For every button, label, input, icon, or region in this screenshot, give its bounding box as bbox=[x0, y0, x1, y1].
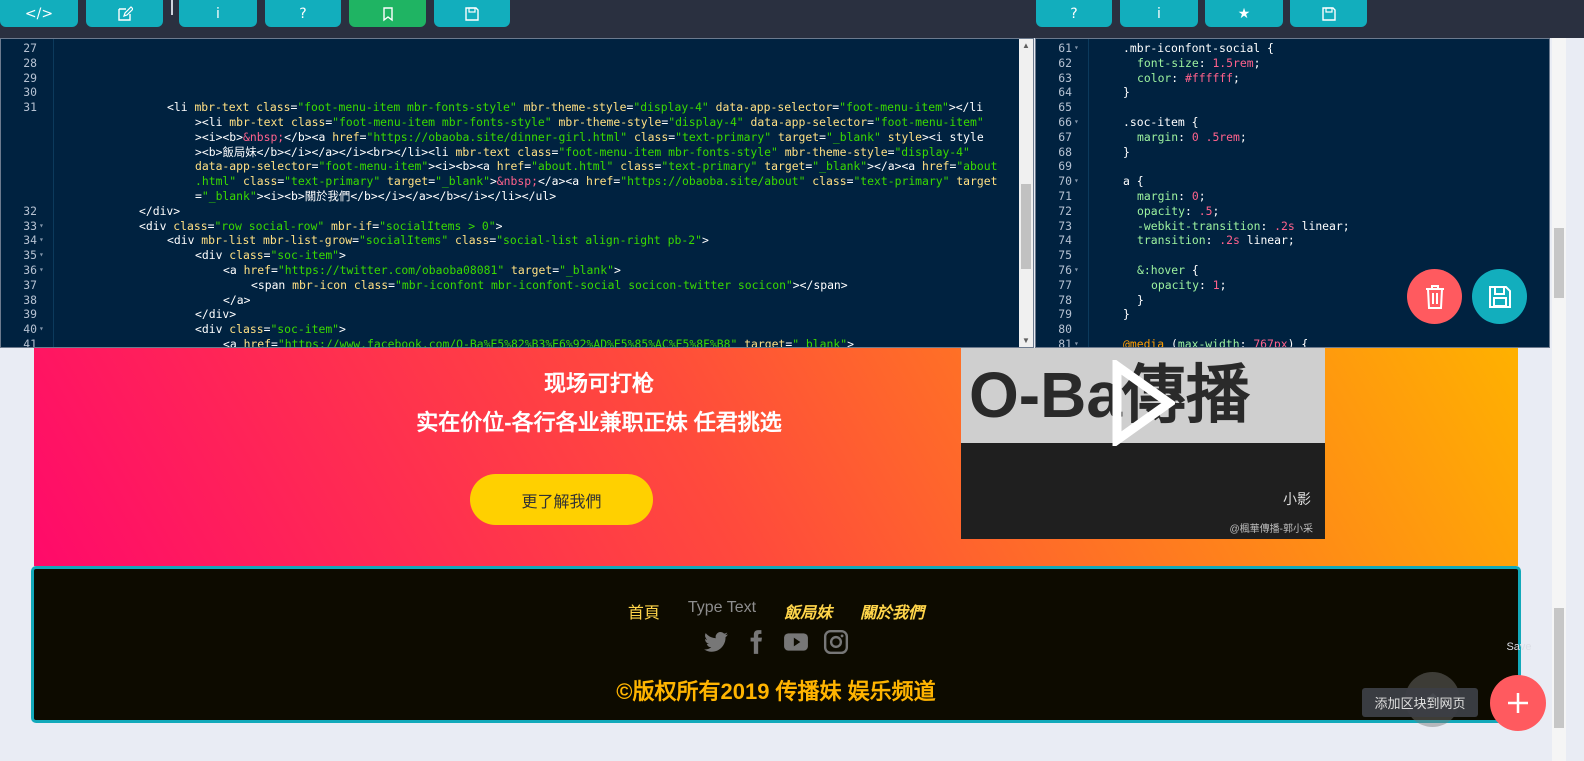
toolbar-separator bbox=[171, 0, 173, 15]
footer-link-dinner-girl[interactable]: 飯局妹 bbox=[784, 599, 832, 623]
html-editor-scrollbar[interactable]: ▲ ▼ bbox=[1019, 39, 1033, 347]
video-player[interactable]: O-Ba傳播 小影 @楓華傳播-郭小采 bbox=[961, 348, 1325, 539]
plus-icon bbox=[1508, 693, 1528, 713]
code-view-button[interactable]: </> bbox=[0, 0, 78, 27]
html-code-editor[interactable]: 27 28 29 30 31 <li mbr-text class="foot-m… bbox=[0, 38, 1034, 348]
help-button[interactable]: ? bbox=[265, 0, 341, 27]
youtube-icon[interactable] bbox=[783, 629, 809, 655]
bookmark-button[interactable] bbox=[349, 0, 426, 27]
footer-section[interactable]: 首頁 Type Text 飯局妹 關於我們 ©版权所有2019 传播妹 娱乐频道 bbox=[31, 566, 1521, 723]
page-scrollbar[interactable] bbox=[1552, 38, 1566, 761]
info-icon: i bbox=[216, 5, 220, 22]
help-icon: ? bbox=[299, 5, 307, 22]
info-icon: i bbox=[1157, 5, 1161, 22]
video-caption: @楓華傳播-郭小采 bbox=[1229, 524, 1313, 535]
save-block-button[interactable] bbox=[1472, 269, 1527, 324]
save-icon bbox=[1488, 285, 1511, 308]
learn-more-button[interactable]: 更了解我們 bbox=[470, 474, 653, 525]
html-code-lines: 27 28 29 30 31 <li mbr-text class="foot-m… bbox=[23, 41, 998, 348]
copyright-text: ©版权所有2019 传播妹 娱乐频道 bbox=[616, 679, 936, 704]
page-scrollbar-thumb[interactable] bbox=[1554, 228, 1564, 298]
video-watermark: 小影 bbox=[1283, 491, 1311, 507]
footer-nav: 首頁 Type Text 飯局妹 關於我們 bbox=[34, 599, 1518, 623]
play-icon[interactable] bbox=[1111, 360, 1175, 446]
hero-section: 现场可打枪 实在价位-各行各业兼职正妹 任君挑选 更了解我們 O-Ba傳播 小影… bbox=[34, 348, 1518, 566]
code-icon: </> bbox=[24, 5, 54, 22]
save-icon bbox=[1321, 6, 1336, 21]
top-toolbar: </> i ? ? i ★ bbox=[0, 0, 1584, 38]
favorite-button[interactable]: ★ bbox=[1205, 0, 1283, 27]
save-icon bbox=[465, 6, 479, 21]
bookmark-icon bbox=[382, 6, 393, 21]
info-button[interactable]: i bbox=[179, 0, 257, 27]
css-help-button[interactable]: ? bbox=[1036, 0, 1112, 27]
star-icon: ★ bbox=[1237, 5, 1251, 22]
footer-link-home[interactable]: 首頁 bbox=[628, 599, 660, 623]
instagram-icon[interactable] bbox=[823, 629, 849, 655]
ghost-save-label: Save bbox=[1506, 641, 1532, 653]
trash-icon bbox=[1425, 284, 1444, 309]
add-block-button[interactable] bbox=[1490, 675, 1546, 731]
css-info-button[interactable]: i bbox=[1120, 0, 1198, 27]
help-icon: ? bbox=[1070, 5, 1078, 22]
scrollbar-thumb[interactable] bbox=[1021, 184, 1031, 269]
footer-link-type-text[interactable]: Type Text bbox=[688, 599, 756, 623]
save-code-button[interactable] bbox=[434, 0, 510, 27]
footer-link-about[interactable]: 關於我們 bbox=[860, 599, 924, 623]
page-scrollbar-thumb-lower[interactable] bbox=[1554, 608, 1564, 728]
delete-block-button[interactable] bbox=[1407, 269, 1462, 324]
social-icons bbox=[34, 629, 1518, 655]
edit-icon bbox=[117, 5, 133, 21]
css-save-button[interactable] bbox=[1290, 0, 1367, 27]
facebook-icon[interactable] bbox=[743, 629, 769, 655]
edit-button[interactable] bbox=[86, 0, 163, 27]
add-block-tooltip: 添加区块到网页 bbox=[1362, 688, 1478, 717]
twitter-icon[interactable] bbox=[703, 629, 729, 655]
